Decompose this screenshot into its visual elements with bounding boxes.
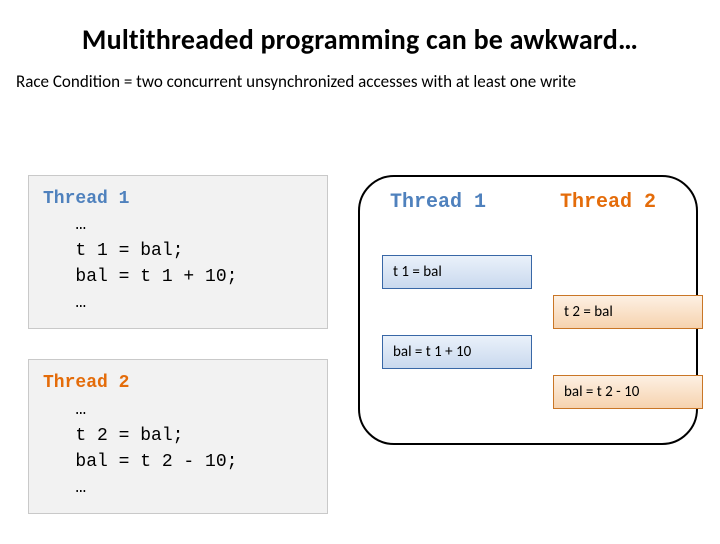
code-body-thread2: … t 2 = bal; bal = t 2 - 10; … (43, 400, 237, 498)
code-box-thread2: Thread 2 … t 2 = bal; bal = t 2 - 10; … (28, 359, 328, 513)
code-heading-thread1: Thread 1 (43, 189, 129, 209)
step-chip-t1-read: t 1 = bal (382, 255, 532, 289)
interleaving-panel: Thread 1 Thread 2 t 1 = bal t 2 = bal ba… (358, 175, 698, 445)
step-chip-t1-write: bal = t 1 + 10 (382, 335, 532, 369)
panel-heading-thread1: Thread 1 (390, 191, 486, 214)
slide-subtitle: Race Condition = two concurrent unsynchr… (0, 65, 720, 92)
code-body-thread1: … t 1 = bal; bal = t 1 + 10; … (43, 215, 237, 313)
code-heading-thread2: Thread 2 (43, 373, 129, 393)
panel-inner: Thread 1 Thread 2 t 1 = bal t 2 = bal ba… (360, 177, 696, 443)
code-box-thread1: Thread 1 … t 1 = bal; bal = t 1 + 10; … (28, 175, 328, 329)
step-chip-t2-read: t 2 = bal (553, 295, 703, 329)
panel-heading-thread2: Thread 2 (560, 191, 656, 214)
step-chip-t2-write: bal = t 2 - 10 (553, 375, 703, 409)
slide-title: Multithreaded programming can be awkward… (0, 0, 720, 65)
left-column: Thread 1 … t 1 = bal; bal = t 1 + 10; … … (28, 175, 328, 544)
